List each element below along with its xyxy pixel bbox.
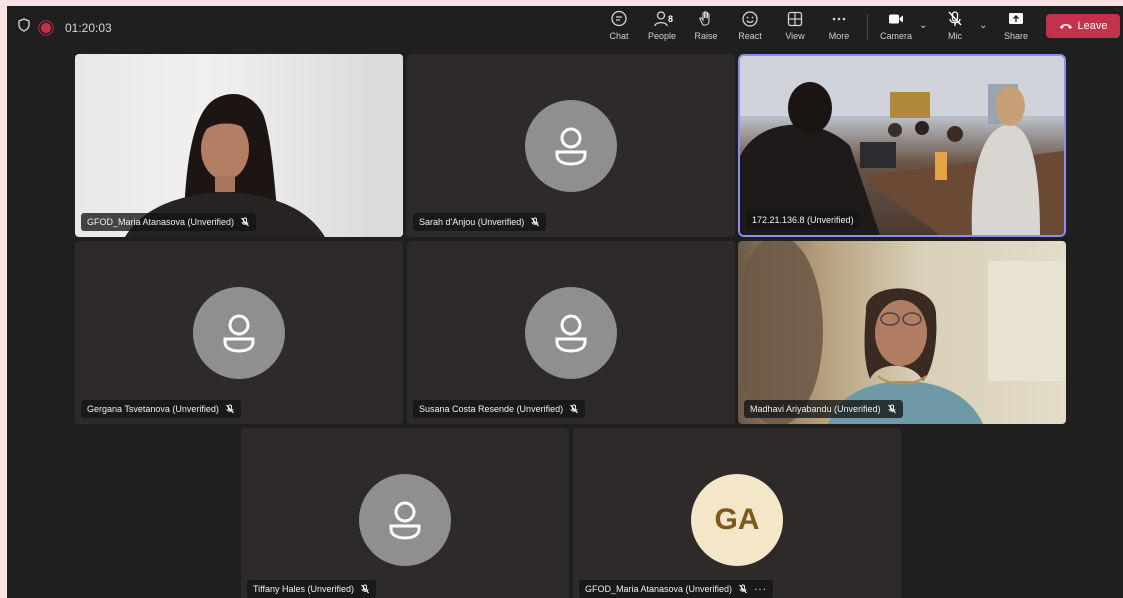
smiley-icon <box>742 11 758 27</box>
participant-nametag: 172.21.136.8 (Unverified) <box>746 211 860 229</box>
mic-muted-icon <box>739 584 747 594</box>
participant-nametag: Sarah d'Anjou (Unverified) <box>413 213 547 231</box>
person-icon <box>389 501 421 540</box>
view-button[interactable]: View <box>773 10 817 46</box>
meeting-timer: 01:20:03 <box>65 20 112 35</box>
participant-nametag: Tiffany Hales (Unverified) <box>247 580 377 598</box>
mic-muted-icon <box>948 11 962 26</box>
participant-tile[interactable]: Susana Costa Resende (Unverified) <box>407 241 735 424</box>
avatar <box>359 474 451 566</box>
participant-name: Tiffany Hales (Unverified) <box>253 584 355 594</box>
avatar <box>525 287 617 379</box>
participant-tile[interactable]: Gergana Tsvetanova (Unverified) <box>75 241 403 424</box>
participant-video-frame <box>740 56 1064 235</box>
participant-tile-video[interactable]: GFOD_Maria Atanasova (Unverified) <box>75 54 403 237</box>
mic-label: Mic <box>948 31 962 41</box>
share-button[interactable]: Share <box>994 10 1038 46</box>
phone-hangup-icon <box>1059 24 1072 29</box>
raise-label: Raise <box>694 31 718 41</box>
chat-label: Chat <box>609 31 629 41</box>
view-label: View <box>785 31 805 41</box>
raise-hand-button[interactable]: Raise <box>684 10 728 46</box>
participant-name: GFOD_Maria Atanasova (Unverified) <box>87 217 235 227</box>
participant-name: 172.21.136.8 (Unverified) <box>752 215 854 225</box>
person-icon <box>555 314 587 353</box>
mic-muted-icon <box>241 217 249 227</box>
participant-nametag: GFOD_Maria Atanasova (Unverified) <box>81 213 257 231</box>
participant-nametag: GFOD_Maria Atanasova (Unverified) ··· <box>579 580 774 598</box>
mic-muted-icon <box>887 404 896 414</box>
person-icon <box>223 314 255 353</box>
more-icon <box>832 17 846 21</box>
participant-tile[interactable]: Tiffany Hales (Unverified) <box>241 428 569 598</box>
participant-more-options-icon[interactable]: ··· <box>754 584 767 595</box>
participant-tile[interactable]: Sarah d'Anjou (Unverified) <box>407 54 735 237</box>
share-label: Share <box>1003 31 1029 41</box>
grid-view-icon <box>787 11 803 27</box>
toolbar-divider <box>867 14 868 40</box>
meeting-status: 01:20:03 <box>17 18 112 37</box>
raise-hand-icon <box>699 11 710 26</box>
shield-icon <box>17 18 31 37</box>
participant-tile-video[interactable]: Madhavi Ariyabandu (Unverified) <box>738 241 1066 424</box>
leave-label: Leave <box>1077 20 1108 32</box>
mic-muted-icon <box>531 217 540 227</box>
share-icon <box>1009 13 1023 24</box>
more-label: More <box>828 31 850 41</box>
meeting-window: 01:20:03 Chat 8 People Raise React View … <box>7 6 1123 598</box>
participant-nametag: Madhavi Ariyabandu (Unverified) <box>744 400 903 418</box>
participant-nametag: Susana Costa Resende (Unverified) <box>413 400 586 418</box>
person-icon <box>555 127 587 166</box>
mic-muted-icon <box>570 404 578 414</box>
more-button[interactable]: More <box>817 10 861 46</box>
recording-indicator-icon <box>40 22 52 33</box>
participant-video-frame <box>738 241 1066 424</box>
avatar <box>525 100 617 192</box>
participant-name: Susana Costa Resende (Unverified) <box>419 404 564 414</box>
avatar <box>193 287 285 379</box>
react-label: React <box>738 31 762 41</box>
participant-tile[interactable]: GA GFOD_Maria Atanasova (Unverified) ··· <box>573 428 901 598</box>
people-count: 8 <box>668 14 674 24</box>
leave-button[interactable]: Leave <box>1046 14 1120 38</box>
participant-name: Sarah d'Anjou (Unverified) <box>419 217 525 227</box>
participant-name: GFOD_Maria Atanasova (Unverified) <box>585 584 733 594</box>
mic-options-chevron-icon[interactable]: ⌄ <box>979 20 987 31</box>
camera-icon <box>889 14 903 24</box>
mic-muted-icon <box>226 404 234 414</box>
mic-button[interactable]: Mic <box>933 10 977 46</box>
camera-button[interactable]: Camera <box>874 10 918 46</box>
meeting-toolbar: 01:20:03 Chat 8 People Raise React View … <box>7 6 1123 48</box>
participant-tile-video-active[interactable]: 172.21.136.8 (Unverified) <box>740 56 1064 235</box>
chat-button[interactable]: Chat <box>597 10 641 46</box>
participant-name: Madhavi Ariyabandu (Unverified) <box>750 404 881 414</box>
participant-nametag: Gergana Tsvetanova (Unverified) <box>81 400 241 418</box>
participant-name: Gergana Tsvetanova (Unverified) <box>87 404 219 414</box>
avatar-initials: GA <box>691 474 783 566</box>
people-button[interactable]: 8 People <box>640 10 684 46</box>
camera-label: Camera <box>879 31 912 41</box>
people-label: People <box>647 31 677 41</box>
camera-options-chevron-icon[interactable]: ⌄ <box>919 20 927 31</box>
mic-muted-icon <box>361 584 369 594</box>
chat-icon <box>611 10 627 27</box>
react-button[interactable]: React <box>728 10 772 46</box>
participant-video-frame <box>125 54 403 237</box>
